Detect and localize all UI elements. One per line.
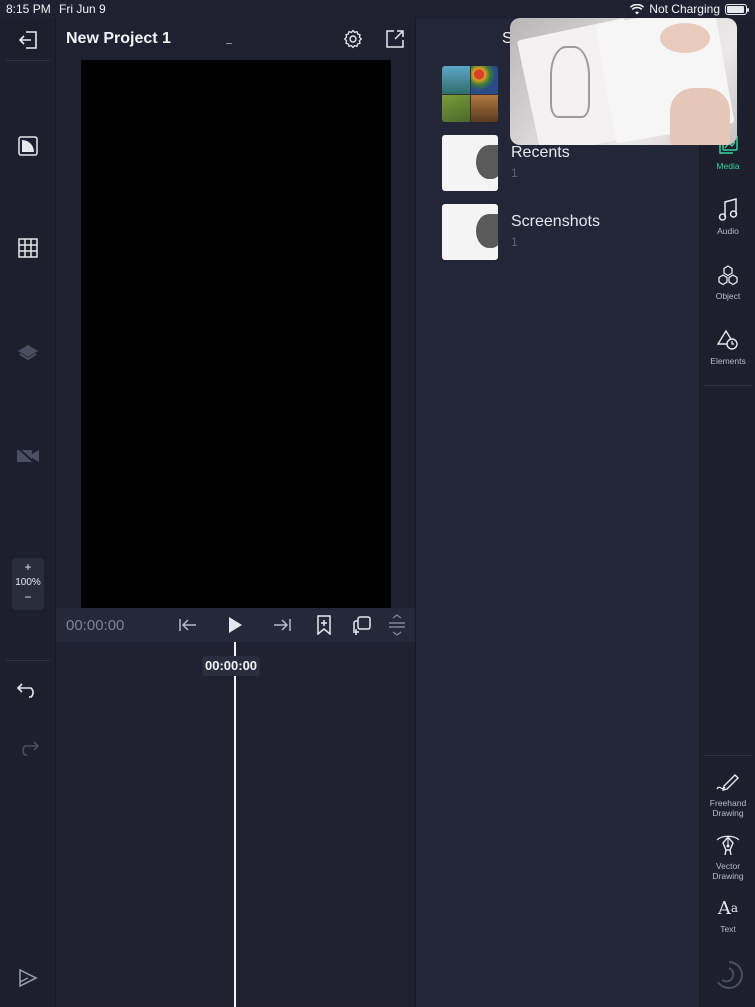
rail-divider-top xyxy=(704,385,752,386)
album-name: Screenshots xyxy=(511,213,600,230)
album-count: 1 xyxy=(511,166,518,180)
tab-elements-label: Elements xyxy=(710,356,746,366)
text-icon: Aa xyxy=(717,897,739,919)
project-header: New Project 1 xyxy=(56,18,416,60)
app-window: 8:15 PM Fri Jun 9 Not Charging + 100% − xyxy=(0,0,755,1007)
add-bookmark-icon[interactable] xyxy=(313,614,335,636)
shapes-icon xyxy=(700,327,755,353)
album-thumbnail xyxy=(442,135,498,191)
freehand-label-line1: Freehand xyxy=(709,798,747,808)
undo-icon[interactable] xyxy=(14,676,42,704)
status-right: Not Charging xyxy=(630,2,749,16)
freehand-label-line2: Drawing xyxy=(712,808,744,818)
album-count: 1 xyxy=(511,235,518,249)
playhead-time-label: 00:00:00 xyxy=(202,656,261,676)
play-icon[interactable] xyxy=(224,614,246,636)
battery-icon xyxy=(725,3,749,15)
status-date: Fri Jun 9 xyxy=(59,2,106,16)
tab-object-label: Object xyxy=(715,291,741,301)
album-thumbnail xyxy=(442,66,498,122)
tab-media-label: Media xyxy=(716,161,740,171)
music-note-icon xyxy=(700,197,755,223)
transport-bar: 00:00:00 xyxy=(56,608,416,642)
left-divider-bottom xyxy=(6,660,50,661)
left-divider-top xyxy=(6,60,50,61)
freehand-pen-icon xyxy=(700,769,755,795)
zoom-out-button[interactable]: − xyxy=(12,590,44,605)
aspect-ratio-icon[interactable] xyxy=(14,132,42,160)
current-timecode: 00:00:00 xyxy=(66,617,125,634)
left-toolbar: + 100% − xyxy=(0,18,56,1007)
grid-icon[interactable] xyxy=(14,234,42,262)
settings-gear-icon[interactable] xyxy=(342,28,364,50)
media-browser-panel: S Recents 1 Screenshots 1 xyxy=(416,18,699,1007)
vector-label-line1: Vector xyxy=(715,861,741,871)
charging-status: Not Charging xyxy=(649,2,720,16)
album-screenshots[interactable]: Screenshots 1 xyxy=(442,204,692,260)
tool-vector-drawing[interactable]: Vector Drawing xyxy=(700,832,755,881)
tab-audio-label: Audio xyxy=(717,226,739,236)
layers-icon[interactable] xyxy=(14,338,42,366)
share-export-icon[interactable] xyxy=(384,28,406,50)
title-edit-underline xyxy=(226,43,232,44)
camera-off-icon[interactable] xyxy=(14,442,42,470)
text-label: Text xyxy=(720,924,736,934)
album-name: Recents xyxy=(511,144,570,161)
hand xyxy=(670,88,730,145)
zoom-in-button[interactable]: + xyxy=(12,560,44,575)
skip-to-end-icon[interactable] xyxy=(271,614,293,636)
skip-to-start-icon[interactable] xyxy=(177,614,199,636)
right-tab-rail: Media Audio Object Elements Freehand Dra… xyxy=(699,18,755,1007)
zoom-control: + 100% − xyxy=(12,558,44,610)
status-time: 8:15 PM xyxy=(6,2,51,16)
album-thumbnail xyxy=(442,204,498,260)
zoom-level: 100% xyxy=(15,577,41,588)
duplicate-clip-icon[interactable] xyxy=(351,614,373,636)
picture-in-picture-video[interactable] xyxy=(510,18,737,145)
rail-divider-bottom xyxy=(704,755,752,756)
tool-text[interactable]: Aa Text xyxy=(700,895,755,935)
redo-icon[interactable] xyxy=(14,734,42,762)
project-title[interactable]: New Project 1 xyxy=(66,30,171,48)
wifi-icon xyxy=(630,3,645,14)
playhead[interactable] xyxy=(234,642,236,1007)
export-play-icon[interactable] xyxy=(14,964,42,992)
tab-audio[interactable]: Audio xyxy=(700,197,755,236)
timeline-resize-icon[interactable] xyxy=(386,614,408,636)
video-preview-canvas[interactable] xyxy=(81,60,391,608)
sketch-drawing xyxy=(550,46,590,118)
exit-project-icon[interactable] xyxy=(14,26,42,54)
tab-elements[interactable]: Elements xyxy=(700,327,755,366)
timeline-area[interactable]: 00:00:00 xyxy=(56,642,416,1007)
brand-logo-icon xyxy=(714,960,744,990)
tool-freehand-drawing[interactable]: Freehand Drawing xyxy=(700,769,755,818)
vector-pen-icon xyxy=(700,832,755,858)
object-icon xyxy=(700,262,755,288)
vector-label-line2: Drawing xyxy=(712,871,744,881)
status-bar: 8:15 PM Fri Jun 9 Not Charging xyxy=(0,0,755,18)
tab-object[interactable]: Object xyxy=(700,262,755,301)
